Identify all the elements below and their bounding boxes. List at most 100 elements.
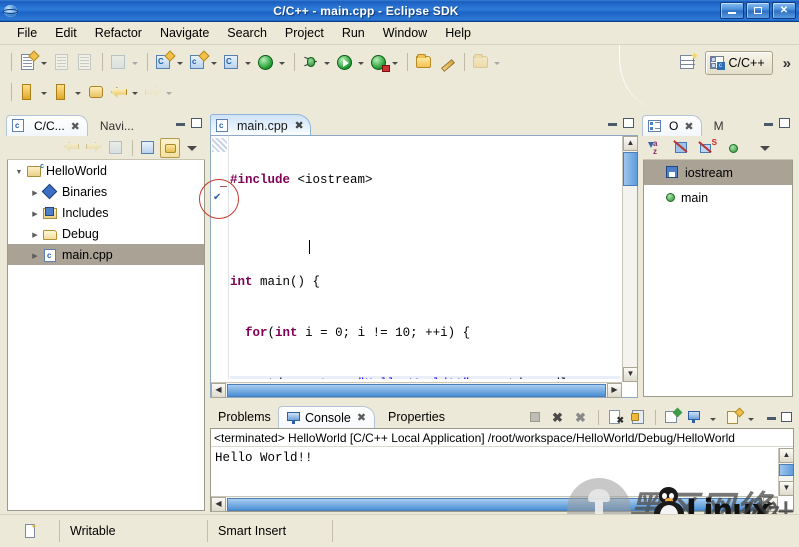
- build-dropdown-arrow[interactable]: [131, 52, 140, 73]
- previous-annotation-dropdown-arrow[interactable]: [74, 82, 83, 103]
- console-output[interactable]: Hello World!!: [212, 449, 777, 495]
- remove-launch-icon[interactable]: ✖: [549, 408, 568, 427]
- previous-annotation-icon[interactable]: [52, 82, 73, 103]
- new-c-file-dropdown-arrow[interactable]: [244, 52, 253, 73]
- minimize-view-icon[interactable]: [763, 118, 774, 128]
- tab-main-cpp[interactable]: main.cpp ✖: [210, 114, 311, 136]
- maximize-button[interactable]: [746, 2, 770, 19]
- open-perspective-icon[interactable]: [677, 52, 699, 74]
- menu-refactor[interactable]: Refactor: [86, 24, 151, 42]
- scroll-right-icon[interactable]: ▶: [607, 383, 622, 398]
- maximize-view-icon[interactable]: [191, 118, 202, 128]
- hide-static-icon[interactable]: S: [698, 138, 717, 157]
- print-icon[interactable]: [75, 52, 96, 73]
- open-console-icon[interactable]: [724, 407, 745, 427]
- tab-make-targets[interactable]: M: [702, 115, 731, 136]
- new-wizard-icon[interactable]: [18, 49, 40, 73]
- hide-fields-icon[interactable]: [673, 139, 691, 157]
- save-icon[interactable]: [52, 52, 73, 73]
- tree-row[interactable]: c HelloWorld: [8, 160, 204, 181]
- chevron-right-icon[interactable]: [28, 187, 42, 197]
- display-selected-console-icon[interactable]: [686, 408, 705, 427]
- scroll-lock-icon[interactable]: [629, 408, 648, 427]
- scroll-down-icon[interactable]: ▼: [623, 367, 638, 382]
- new-cpp-class-icon[interactable]: C: [154, 49, 176, 73]
- menu-help[interactable]: Help: [436, 24, 480, 42]
- tree-row[interactable]: Debug: [8, 223, 204, 244]
- tab-properties[interactable]: Properties: [380, 406, 453, 428]
- maximize-view-icon[interactable]: [781, 412, 792, 422]
- menu-search[interactable]: Search: [218, 24, 276, 42]
- project-tree[interactable]: c HelloWorld Binaries Includes Debug: [7, 160, 205, 511]
- forward-disabled-icon[interactable]: [143, 82, 164, 103]
- close-icon[interactable]: ✖: [71, 120, 80, 133]
- new-cpp-file-dropdown-arrow[interactable]: [210, 52, 219, 73]
- scroll-up-icon[interactable]: ▲: [779, 448, 794, 463]
- display-console-dropdown-arrow[interactable]: [709, 408, 718, 427]
- minimize-view-icon[interactable]: [766, 412, 777, 422]
- back-icon[interactable]: [63, 138, 83, 158]
- tree-row[interactable]: Includes: [8, 202, 204, 223]
- last-edit-location-icon[interactable]: [471, 52, 492, 73]
- forward-icon[interactable]: [85, 138, 105, 158]
- close-icon[interactable]: ✖: [295, 119, 304, 132]
- editor-vertical-scrollbar[interactable]: ▲ ▼: [622, 136, 638, 382]
- external-tools-icon[interactable]: [369, 52, 390, 73]
- next-annotation-icon[interactable]: [18, 82, 39, 103]
- run-dropdown-arrow[interactable]: [357, 52, 366, 73]
- minimize-view-icon[interactable]: [607, 118, 618, 128]
- minimize-button[interactable]: [720, 2, 744, 19]
- sort-az-icon[interactable]: a z: [647, 139, 665, 157]
- history-dropdown-arrow[interactable]: [131, 82, 140, 103]
- scroll-down-icon[interactable]: ▼: [779, 481, 794, 496]
- toolbar-overflow-icon[interactable]: »: [783, 55, 791, 72]
- open-console-dropdown-arrow[interactable]: [747, 408, 756, 427]
- chevron-right-icon[interactable]: [28, 250, 42, 260]
- new-wizard-dropdown-arrow[interactable]: [40, 52, 49, 73]
- collapse-all-icon[interactable]: [138, 138, 158, 158]
- new-group-icon[interactable]: [256, 52, 277, 73]
- new-cpp-file-icon[interactable]: c: [188, 49, 210, 73]
- close-icon[interactable]: ✖: [357, 411, 366, 424]
- minimize-view-icon[interactable]: [175, 118, 186, 128]
- forward-dropdown-arrow[interactable]: [165, 82, 174, 103]
- view-menu-icon[interactable]: [757, 139, 775, 157]
- close-button[interactable]: ✕: [772, 2, 796, 19]
- external-tools-dropdown-arrow[interactable]: [391, 52, 400, 73]
- menu-navigate[interactable]: Navigate: [151, 24, 218, 42]
- list-item[interactable]: main: [644, 185, 792, 210]
- menu-file[interactable]: File: [8, 24, 46, 42]
- scroll-right-icon[interactable]: ▶: [763, 497, 778, 512]
- menu-project[interactable]: Project: [276, 24, 333, 42]
- maximize-view-icon[interactable]: [623, 118, 634, 128]
- tab-navigator[interactable]: Navi...: [88, 115, 141, 136]
- chevron-right-icon[interactable]: [28, 208, 42, 218]
- scroll-up-icon[interactable]: ▲: [623, 136, 638, 151]
- scrollbar-thumb[interactable]: [623, 152, 638, 186]
- editor-horizontal-scrollbar[interactable]: ◀ ▶: [211, 382, 622, 398]
- scrollbar-thumb[interactable]: [227, 498, 762, 511]
- search-marker-icon[interactable]: [437, 52, 458, 73]
- tab-problems[interactable]: Problems: [210, 406, 279, 428]
- console-vertical-scrollbar[interactable]: ▲ ▼: [778, 448, 794, 496]
- debug-dropdown-arrow[interactable]: [323, 52, 332, 73]
- view-menu-icon[interactable]: [182, 138, 202, 158]
- hide-nonpublic-icon[interactable]: [725, 139, 743, 157]
- menu-window[interactable]: Window: [374, 24, 436, 42]
- run-icon[interactable]: [335, 52, 356, 73]
- scroll-left-icon[interactable]: ◀: [211, 383, 226, 398]
- last-edit-dropdown-arrow[interactable]: [493, 52, 502, 73]
- chevron-right-icon[interactable]: [28, 229, 42, 239]
- clear-console-icon[interactable]: ✖: [606, 408, 625, 427]
- up-icon[interactable]: [107, 138, 127, 158]
- tree-row[interactable]: Binaries: [8, 181, 204, 202]
- outline-tree[interactable]: iostream main: [643, 160, 793, 397]
- back-history-icon[interactable]: [86, 82, 107, 103]
- terminate-icon[interactable]: [526, 408, 545, 427]
- new-group-dropdown-arrow[interactable]: [278, 52, 287, 73]
- scrollbar-thumb[interactable]: [779, 464, 794, 476]
- link-with-editor-icon[interactable]: [160, 137, 180, 158]
- open-resource-icon[interactable]: [414, 52, 435, 73]
- scrollbar-thumb[interactable]: [227, 384, 606, 397]
- maximize-view-icon[interactable]: [779, 118, 790, 128]
